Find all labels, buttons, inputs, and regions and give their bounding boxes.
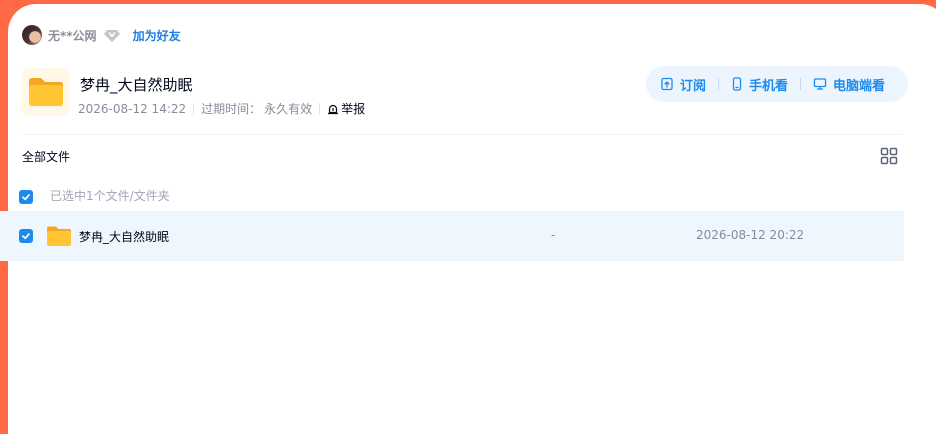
selection-status: 已选中1个文件/文件夹	[50, 189, 170, 203]
row-checkbox[interactable]	[19, 229, 33, 243]
meta-divider	[193, 102, 195, 115]
report-label: 举报	[341, 102, 366, 116]
view-actions-bar: 订阅 手机看 电脑端看	[646, 66, 908, 102]
monitor-icon	[813, 78, 827, 90]
mobile-view-button[interactable]: 手机看	[731, 75, 788, 94]
share-meta: 2026-08-12 14:22 过期时间： 永久有效 举报	[78, 100, 365, 117]
expiry-value: 永久有效	[264, 102, 313, 116]
avatar[interactable]	[22, 25, 42, 45]
check-icon	[22, 194, 30, 201]
sharer-info: 无**公网 加为好友	[22, 24, 181, 46]
grid-view-toggle[interactable]	[880, 147, 898, 165]
share-title: 梦冉_大自然助眠	[80, 76, 193, 94]
folder-icon	[47, 226, 71, 246]
file-modified-time: 2026-08-12 20:22	[696, 228, 805, 242]
pc-view-button[interactable]: 电脑端看	[813, 75, 885, 94]
action-divider	[800, 78, 802, 90]
grid-view-icon	[880, 147, 898, 165]
phone-icon	[732, 77, 742, 91]
breadcrumb[interactable]: 全部文件	[22, 148, 70, 165]
meta-divider	[319, 102, 321, 115]
file-name[interactable]: 梦冉_大自然助眠	[79, 228, 169, 245]
folder-icon	[29, 78, 63, 106]
select-all-checkbox[interactable]	[19, 190, 33, 204]
report-icon	[328, 104, 339, 114]
subscribe-label: 订阅	[680, 78, 707, 94]
subscribe-icon	[661, 77, 673, 91]
subscribe-button[interactable]: 订阅	[660, 75, 706, 94]
sharer-name: 无**公网	[48, 28, 97, 43]
created-time: 2026-08-12 14:22	[78, 101, 187, 116]
report-link[interactable]: 举报	[327, 100, 365, 117]
expiry-label: 过期时间：	[201, 102, 262, 116]
diamond-icon	[103, 26, 121, 44]
check-icon	[22, 233, 30, 240]
pc-view-label: 电脑端看	[833, 78, 886, 94]
file-row[interactable]: 梦冉_大自然助眠 - 2026-08-12 20:22	[0, 211, 904, 261]
file-size: -	[551, 228, 556, 242]
header-divider	[22, 134, 902, 135]
add-friend-link[interactable]: 加为好友	[133, 27, 181, 44]
mobile-view-label: 手机看	[749, 78, 789, 94]
action-divider	[718, 78, 720, 90]
folder-thumbnail	[22, 68, 70, 116]
